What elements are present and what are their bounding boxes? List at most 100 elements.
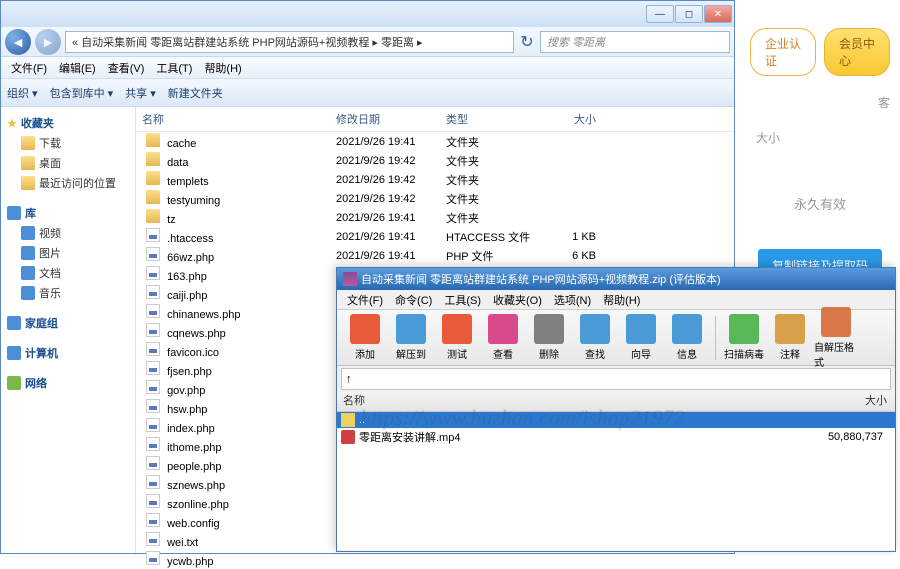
address-bar[interactable]: « 自动采集新闻 零距离站群建站系统 PHP网站源码+视频教程 ▸ 零距离 ▸	[65, 31, 514, 53]
sidebar-fav-item-2[interactable]: 最近访问的位置	[3, 173, 133, 193]
winrar-title-text: 自动采集新闻 零距离站群建站系统 PHP网站源码+视频教程.zip (评估版本)	[361, 271, 721, 287]
php-icon	[146, 361, 160, 375]
rar-tool-自解压格式[interactable]: 自解压格式	[814, 307, 858, 369]
file-row[interactable]: templets2021/9/26 19:42文件夹	[136, 170, 734, 189]
folder-icon	[146, 190, 160, 204]
sidebar-computer[interactable]: 计算机	[3, 343, 133, 363]
tool-item-1[interactable]: 包含到库中 ▾	[50, 85, 114, 101]
rar-tool-查看[interactable]: 查看	[481, 314, 525, 361]
enterprise-auth-button[interactable]: 企业认证	[750, 28, 816, 76]
file-row[interactable]: testyuming2021/9/26 19:42文件夹	[136, 189, 734, 208]
rar-menu-item-2[interactable]: 工具(S)	[438, 292, 487, 308]
refresh-icon[interactable]: ↻	[518, 32, 536, 52]
sidebar-lib-item-3[interactable]: 音乐	[3, 283, 133, 303]
sidebar-libraries[interactable]: 库	[3, 203, 133, 223]
rar-menu-item-4[interactable]: 选项(N)	[548, 292, 597, 308]
validity-text: 永久有效	[794, 194, 846, 213]
file-icon	[146, 532, 160, 546]
winrar-toolbar: 添加解压到测试查看删除查找向导信息扫描病毒注释自解压格式	[337, 310, 895, 366]
rar-file-row[interactable]: ..	[337, 412, 895, 428]
rar-tool-向导[interactable]: 向导	[619, 314, 663, 361]
winrar-menubar: 文件(F)命令(C)工具(S)收藏夹(O)选项(N)帮助(H)	[337, 290, 895, 310]
sidebar-fav-item-0[interactable]: 下载	[3, 133, 133, 153]
file-row[interactable]: 66wz.php2021/9/26 19:41PHP 文件6 KB	[136, 246, 734, 265]
rar-menu-item-0[interactable]: 文件(F)	[341, 292, 389, 308]
toolbar: 组织 ▾ 包含到库中 ▾ 共享 ▾ 新建文件夹	[1, 79, 734, 107]
search-input[interactable]: 搜索 零距离	[540, 31, 730, 53]
winrar-col-size[interactable]: 大小	[815, 392, 895, 411]
column-type[interactable]: 类型	[446, 111, 546, 127]
winrar-titlebar: 自动采集新闻 零距离站群建站系统 PHP网站源码+视频教程.zip (评估版本)	[337, 268, 895, 290]
file-icon	[146, 513, 160, 527]
winrar-path-up[interactable]: ↑	[341, 368, 891, 390]
file-row[interactable]: .htaccess2021/9/26 19:41HTACCESS 文件1 KB	[136, 227, 734, 246]
php-icon	[146, 285, 160, 299]
rar-tool-扫描病毒[interactable]: 扫描病毒	[722, 314, 766, 361]
column-name[interactable]: 名称	[136, 111, 336, 127]
php-icon	[146, 551, 160, 565]
rar-tool-删除[interactable]: 删除	[527, 314, 571, 361]
file-row[interactable]: data2021/9/26 19:42文件夹	[136, 151, 734, 170]
rar-tool-测试[interactable]: 测试	[435, 314, 479, 361]
sidebar: ★收藏夹 下载桌面最近访问的位置 库 视频图片文档音乐 家庭组 计算机 网络	[1, 107, 136, 553]
winrar-window: 自动采集新闻 零距离站群建站系统 PHP网站源码+视频教程.zip (评估版本)…	[336, 267, 896, 552]
column-date[interactable]: 修改日期	[336, 111, 446, 127]
vid-icon	[341, 430, 355, 444]
rar-menu-item-1[interactable]: 命令(C)	[389, 292, 438, 308]
maximize-button[interactable]: ◻	[675, 5, 703, 23]
close-button[interactable]: ✕	[704, 5, 732, 23]
php-icon	[146, 323, 160, 337]
php-icon	[146, 247, 160, 261]
file-row[interactable]: ycwb.php	[136, 550, 734, 569]
rar-tool-解压到[interactable]: 解压到	[389, 314, 433, 361]
member-center-button[interactable]: 会员中心	[824, 28, 890, 76]
file-icon	[146, 342, 160, 356]
file-row[interactable]: tz2021/9/26 19:41文件夹	[136, 208, 734, 227]
menubar: 文件(F)编辑(E)查看(V)工具(T)帮助(H)	[1, 57, 734, 79]
rar-tool-查找[interactable]: 查找	[573, 314, 617, 361]
tool-item-2[interactable]: 共享 ▾	[125, 85, 156, 101]
sidebar-lib-item-2[interactable]: 文档	[3, 263, 133, 283]
sidebar-lib-item-1[interactable]: 图片	[3, 243, 133, 263]
rar-tool-添加[interactable]: 添加	[343, 314, 387, 361]
column-size[interactable]: 大小	[546, 111, 606, 127]
tool-item-0[interactable]: 组织 ▾	[7, 85, 38, 101]
php-icon	[146, 456, 160, 470]
menu-item-2[interactable]: 查看(V)	[102, 60, 151, 76]
php-icon	[146, 399, 160, 413]
minimize-button[interactable]: —	[646, 5, 674, 23]
file-icon	[146, 228, 160, 242]
php-icon	[146, 266, 160, 280]
menu-item-1[interactable]: 编辑(E)	[53, 60, 102, 76]
sidebar-fav-item-1[interactable]: 桌面	[3, 153, 133, 173]
menu-item-4[interactable]: 帮助(H)	[198, 60, 247, 76]
winrar-col-name[interactable]: 名称	[337, 392, 815, 411]
php-icon	[146, 380, 160, 394]
rar-menu-item-5[interactable]: 帮助(H)	[597, 292, 646, 308]
sidebar-network[interactable]: 网络	[3, 373, 133, 393]
menu-item-0[interactable]: 文件(F)	[5, 60, 53, 76]
folder-icon	[146, 171, 160, 185]
titlebar: — ◻ ✕	[1, 1, 734, 27]
sidebar-homegroup[interactable]: 家庭组	[3, 313, 133, 333]
rar-menu-item-3[interactable]: 收藏夹(O)	[487, 292, 548, 308]
winrar-icon	[343, 272, 357, 286]
menu-item-3[interactable]: 工具(T)	[150, 60, 198, 76]
folder-icon	[146, 209, 160, 223]
rar-tool-信息[interactable]: 信息	[665, 314, 709, 361]
folder-icon	[146, 152, 160, 166]
php-icon	[146, 494, 160, 508]
nav-back-button[interactable]: ◄	[5, 29, 31, 55]
php-icon	[146, 304, 160, 318]
php-icon	[146, 437, 160, 451]
bg-partial-text: 客	[878, 94, 890, 111]
nav-forward-button[interactable]: ►	[35, 29, 61, 55]
rar-file-row[interactable]: 零距离安装讲解.mp450,880,737	[337, 428, 895, 446]
php-icon	[146, 418, 160, 432]
folder-icon	[146, 133, 160, 147]
sidebar-favorites[interactable]: ★收藏夹	[3, 113, 133, 133]
rar-tool-注释[interactable]: 注释	[768, 314, 812, 361]
file-row[interactable]: cache2021/9/26 19:41文件夹	[136, 132, 734, 151]
tool-item-3[interactable]: 新建文件夹	[168, 85, 223, 101]
sidebar-lib-item-0[interactable]: 视频	[3, 223, 133, 243]
